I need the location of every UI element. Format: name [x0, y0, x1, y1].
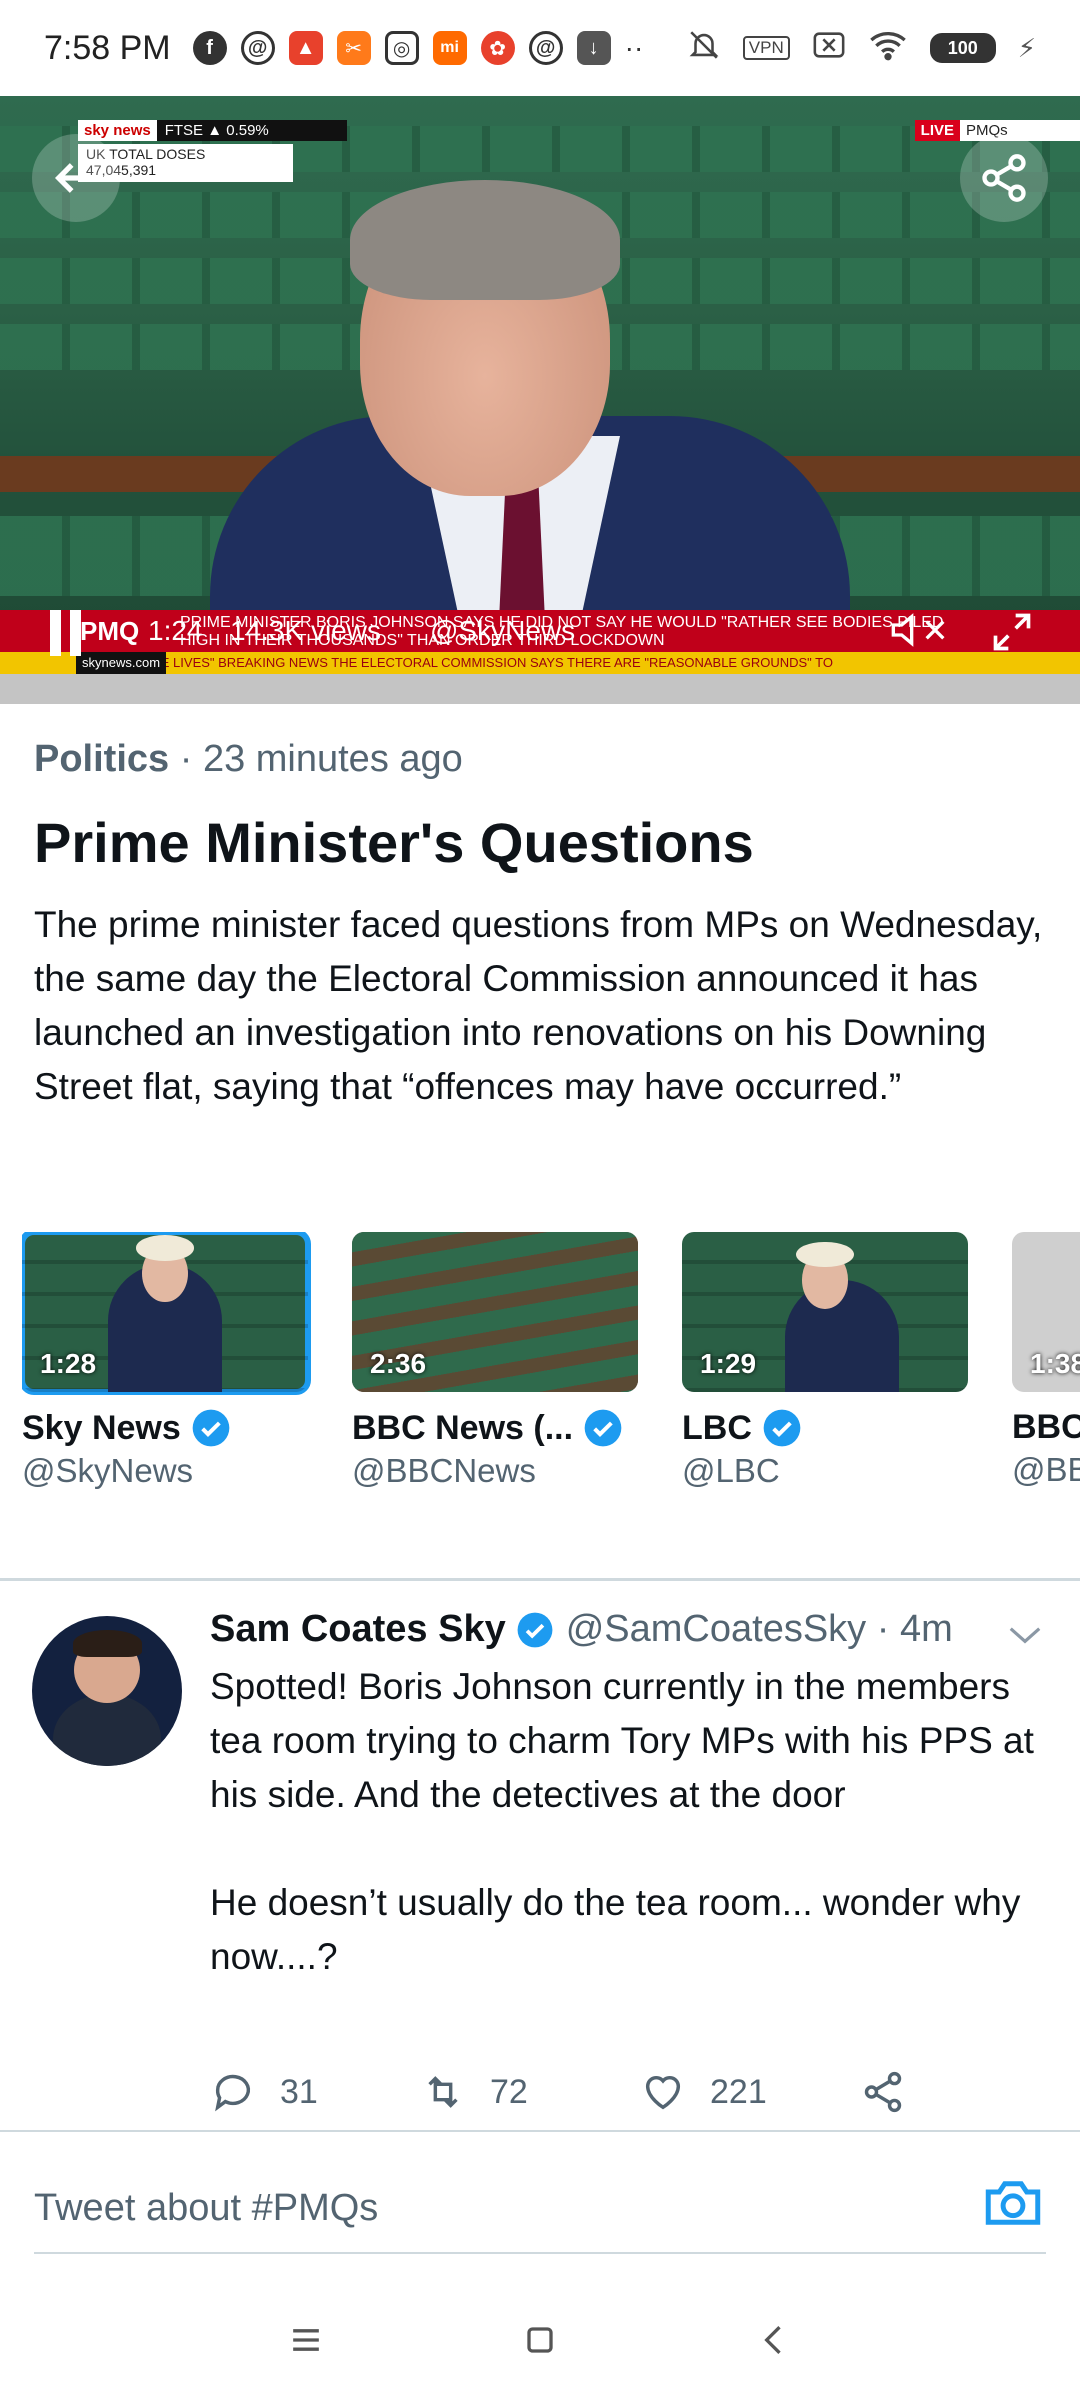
video-duration: 1:29 [700, 1348, 757, 1379]
sim-off-icon [812, 30, 846, 67]
tweet-header: Sam Coates Sky @SamCoatesSky · 4m [210, 1608, 953, 1651]
back-button[interactable] [32, 134, 120, 222]
system-nav-bar [0, 2280, 1080, 2400]
instagram-icon: ◎ [384, 31, 419, 65]
camera-icon[interactable] [980, 2170, 1046, 2236]
source-name: BBC News (... [352, 1408, 638, 1448]
video-thumbnail[interactable]: 1:38 [1012, 1232, 1080, 1392]
charging-icon: ⚡ [1017, 32, 1036, 63]
verified-badge-icon [584, 1409, 622, 1447]
home-icon[interactable] [518, 2318, 562, 2362]
retweet-count: 72 [490, 2072, 528, 2111]
video-card[interactable]: 2:36 BBC News (... @BBCNews [352, 1232, 638, 1490]
share-icon [864, 2071, 902, 2113]
source-handle: @BBCNews [352, 1452, 536, 1489]
source-handle: @BB [1012, 1451, 1080, 1488]
video-thumbnail[interactable]: 1:28 [22, 1232, 311, 1395]
video-source-handle[interactable]: @SkyNews [430, 615, 575, 647]
article-category[interactable]: Politics [34, 738, 169, 780]
source-name-text: Sky News [22, 1408, 181, 1447]
avatar[interactable] [32, 1616, 182, 1766]
video-player[interactable]: sky news FTSE ▲ 0.59% UK TOTAL DOSES 47,… [0, 96, 1080, 704]
fullscreen-icon[interactable] [990, 610, 1034, 654]
verified-badge-icon [192, 1409, 230, 1447]
status-system-icons: VPN 100 ⚡ [687, 28, 1036, 69]
retweet-icon [428, 2076, 458, 2108]
video-card[interactable]: 1:28 Sky News @SkyNews [22, 1232, 311, 1490]
source-name: Sky News [22, 1408, 308, 1448]
share-icon [982, 154, 1026, 202]
video-views: 14.3K views [230, 615, 381, 646]
video-thumbnail[interactable]: 1:29 [682, 1232, 968, 1392]
video-card[interactable]: 1:38 BBC @BB [1012, 1232, 1080, 1489]
meta-separator: · [169, 738, 203, 780]
article-title: Prime Minister's Questions [34, 811, 754, 874]
mute-icon[interactable] [890, 610, 950, 650]
app-red2-icon: ✿ [480, 31, 515, 65]
ftse-ticker: FTSE ▲ 0.59% [156, 120, 347, 141]
more-notifications: ·· [624, 32, 644, 63]
video-duration: 2:36 [370, 1348, 427, 1379]
source-name-text: BBC [1012, 1408, 1080, 1446]
like-button[interactable]: 221 [640, 2069, 860, 2115]
source-handle: @SkyNews [22, 1452, 194, 1489]
reply-button[interactable]: 31 [210, 2069, 420, 2115]
sky-url: skynews.com [76, 652, 167, 674]
video-duration: 1:28 [40, 1348, 97, 1379]
tweet-text: Spotted! Boris Johnson currently in the … [210, 1666, 1034, 1977]
source-name: BBC [1012, 1408, 1080, 1447]
back-nav-icon[interactable] [752, 2318, 796, 2362]
bell-off-icon [687, 28, 721, 69]
mi-icon: mi [432, 31, 467, 65]
chevron-down-icon[interactable] [1006, 1620, 1044, 1650]
source-name-text: LBC [682, 1408, 752, 1447]
retweet-button[interactable]: 72 [420, 2069, 640, 2115]
vpn-icon: VPN [742, 36, 790, 60]
arrow-left-icon [54, 163, 94, 193]
tweet-share-button[interactable] [860, 2069, 906, 2115]
download-icon: ↓ [576, 31, 611, 65]
source-name: LBC [682, 1408, 968, 1448]
source-handle: @LBC [682, 1452, 780, 1489]
video-share-button[interactable] [960, 134, 1048, 222]
tweet-actions: 31 72 221 [210, 2062, 930, 2122]
reply-icon [215, 2074, 251, 2112]
facebook-icon: f [192, 31, 227, 65]
threads-icon: @ [240, 31, 275, 65]
live-label: LIVE [914, 120, 960, 141]
threads-icon: @ [528, 31, 563, 65]
pmq-label: PMQ [80, 616, 140, 646]
tweet-compose-input[interactable] [34, 2178, 934, 2238]
compose-bar [34, 2170, 1046, 2254]
section-divider [0, 2130, 1080, 2132]
video-card[interactable]: 1:29 LBC @LBC [682, 1232, 968, 1490]
video-bottom-strip [0, 674, 1080, 704]
like-count: 221 [710, 2072, 767, 2111]
reply-count: 31 [280, 2072, 318, 2111]
video-thumbnail[interactable]: 2:36 [352, 1232, 638, 1392]
article-meta: Politics · 23 minutes ago [34, 738, 463, 781]
article-age: 23 minutes ago [202, 738, 463, 780]
verified-badge-icon [763, 1409, 801, 1447]
status-app-icons: f @ ▲ ✂ ◎ mi ✿ @ ↓ ·· [192, 31, 644, 65]
status-bar: 7:58 PM f @ ▲ ✂ ◎ mi ✿ @ ↓ ·· VPN 100 ⚡ [0, 0, 1080, 96]
heart-icon [645, 2075, 681, 2110]
app-orange-icon: ✂ [336, 31, 371, 65]
tweet-author-handle[interactable]: @SamCoatesSky · 4m [566, 1608, 953, 1651]
video-time: 1:24 [148, 615, 203, 646]
wifi-icon [868, 28, 908, 69]
menu-icon[interactable] [284, 2318, 328, 2362]
sky-news-bug: sky news FTSE ▲ 0.59% [78, 120, 347, 141]
verified-badge-icon [517, 1612, 553, 1647]
battery-icon: 100 [929, 33, 996, 63]
tweet-author-name[interactable]: Sam Coates Sky [210, 1608, 506, 1651]
status-time: 7:58 PM [44, 28, 171, 67]
app-red-icon: ▲ [288, 31, 323, 65]
source-name-text: BBC News (... [352, 1408, 574, 1447]
video-duration: 1:38 [1030, 1348, 1080, 1379]
video-carousel[interactable]: 1:28 Sky News @SkyNews 2:36 BBC News (..… [22, 1232, 1080, 1512]
article-summary: The prime minister faced questions from … [34, 904, 1043, 1107]
section-divider [0, 1578, 1080, 1581]
